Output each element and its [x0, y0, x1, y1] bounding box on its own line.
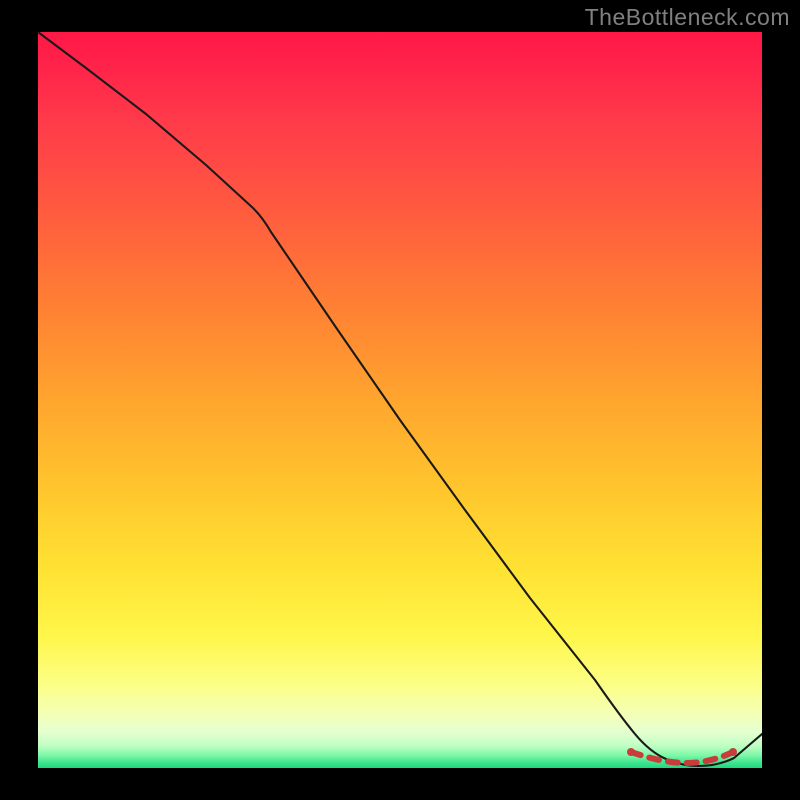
- watermark-text: TheBottleneck.com: [585, 4, 790, 31]
- chart-frame: TheBottleneck.com: [0, 0, 800, 800]
- highlight-end-dot: [729, 748, 737, 756]
- plot-area: [38, 32, 762, 768]
- line-layer: [38, 32, 762, 768]
- highlight-segment: [631, 752, 733, 763]
- bottleneck-curve: [38, 32, 762, 766]
